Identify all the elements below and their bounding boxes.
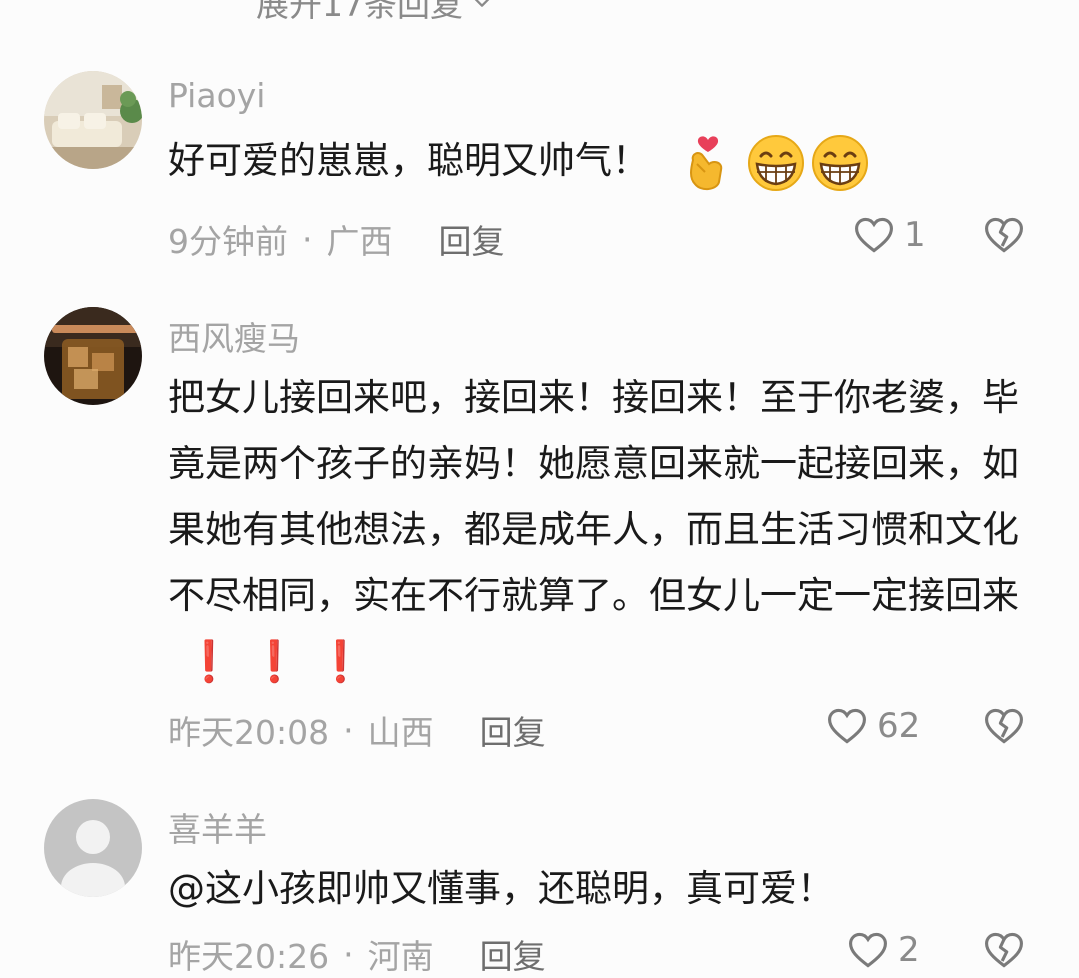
- username[interactable]: 西风瘦马: [168, 312, 300, 360]
- reply-button[interactable]: 回复: [480, 930, 546, 978]
- heart-icon: [828, 708, 866, 744]
- comment-location: 广西: [326, 222, 393, 261]
- avatar[interactable]: [44, 799, 142, 897]
- heart-icon: [855, 217, 893, 253]
- comment-location: 河南: [367, 937, 434, 976]
- comment-meta: 昨天20:26 · 河南 回复: [168, 930, 546, 978]
- grinning-emoji: [811, 134, 869, 192]
- finger-heart-emoji: [679, 134, 737, 192]
- like-button[interactable]: 1: [852, 213, 926, 257]
- heart-icon: [849, 932, 887, 968]
- username[interactable]: Piaoyi: [168, 76, 265, 115]
- like-button[interactable]: 2: [846, 928, 920, 972]
- broken-heart-icon: [985, 932, 1023, 968]
- comment-text-row: 把女儿接回来吧，接回来！接回来！至于你老婆，毕竟是两个孩子的亲妈！她愿意回来就一…: [168, 365, 1038, 696]
- comment-text: @这小孩即帅又懂事，还聪明，真可爱！: [168, 867, 834, 910]
- exclamation-emoji: ❗: [315, 639, 366, 685]
- grinning-emoji: [747, 134, 805, 192]
- chevron-down-icon: [474, 0, 490, 7]
- comment-location: 山西: [367, 713, 434, 752]
- comment-time: 昨天20:26: [168, 937, 330, 976]
- comment-meta: 昨天20:08 · 山西 回复: [168, 706, 546, 754]
- meta-separator: ·: [343, 934, 354, 974]
- expand-replies-link[interactable]: 展开17条回复: [256, 0, 493, 26]
- expand-replies-label: 展开17条回复: [256, 0, 463, 24]
- meta-separator: ·: [302, 219, 313, 259]
- meta-separator: ·: [343, 710, 354, 750]
- username[interactable]: 喜羊羊: [168, 803, 267, 851]
- comment-text-row: 好可爱的崽崽，聪明又帅气！: [168, 128, 1038, 194]
- broken-heart-icon: [985, 217, 1023, 253]
- avatar[interactable]: [44, 71, 142, 169]
- comment-text: 把女儿接回来吧，接回来！接回来！至于你老婆，毕竟是两个孩子的亲妈！她愿意回来就一…: [168, 376, 1019, 617]
- like-button[interactable]: 62: [825, 704, 920, 748]
- exclamation-emoji: ❗: [184, 639, 234, 685]
- like-count: 2: [898, 930, 920, 970]
- dislike-button[interactable]: [982, 928, 1026, 972]
- broken-heart-icon: [985, 708, 1023, 744]
- like-count: 1: [904, 215, 926, 255]
- reply-button[interactable]: 回复: [480, 706, 546, 754]
- comment-text-row: @这小孩即帅又懂事，还聪明，真可爱！: [168, 856, 1038, 922]
- like-count: 62: [877, 706, 921, 746]
- dislike-button[interactable]: [982, 213, 1026, 257]
- avatar[interactable]: [44, 307, 142, 405]
- comment-time: 9分钟前: [168, 222, 288, 261]
- comment-meta: 9分钟前 · 广西 回复: [168, 215, 505, 263]
- reply-button[interactable]: 回复: [439, 215, 505, 263]
- dislike-button[interactable]: [982, 704, 1026, 748]
- comment-text: 好可爱的崽崽，聪明又帅气！: [168, 139, 649, 182]
- exclamation-emoji: ❗: [249, 639, 300, 685]
- comment-time: 昨天20:08: [168, 713, 330, 752]
